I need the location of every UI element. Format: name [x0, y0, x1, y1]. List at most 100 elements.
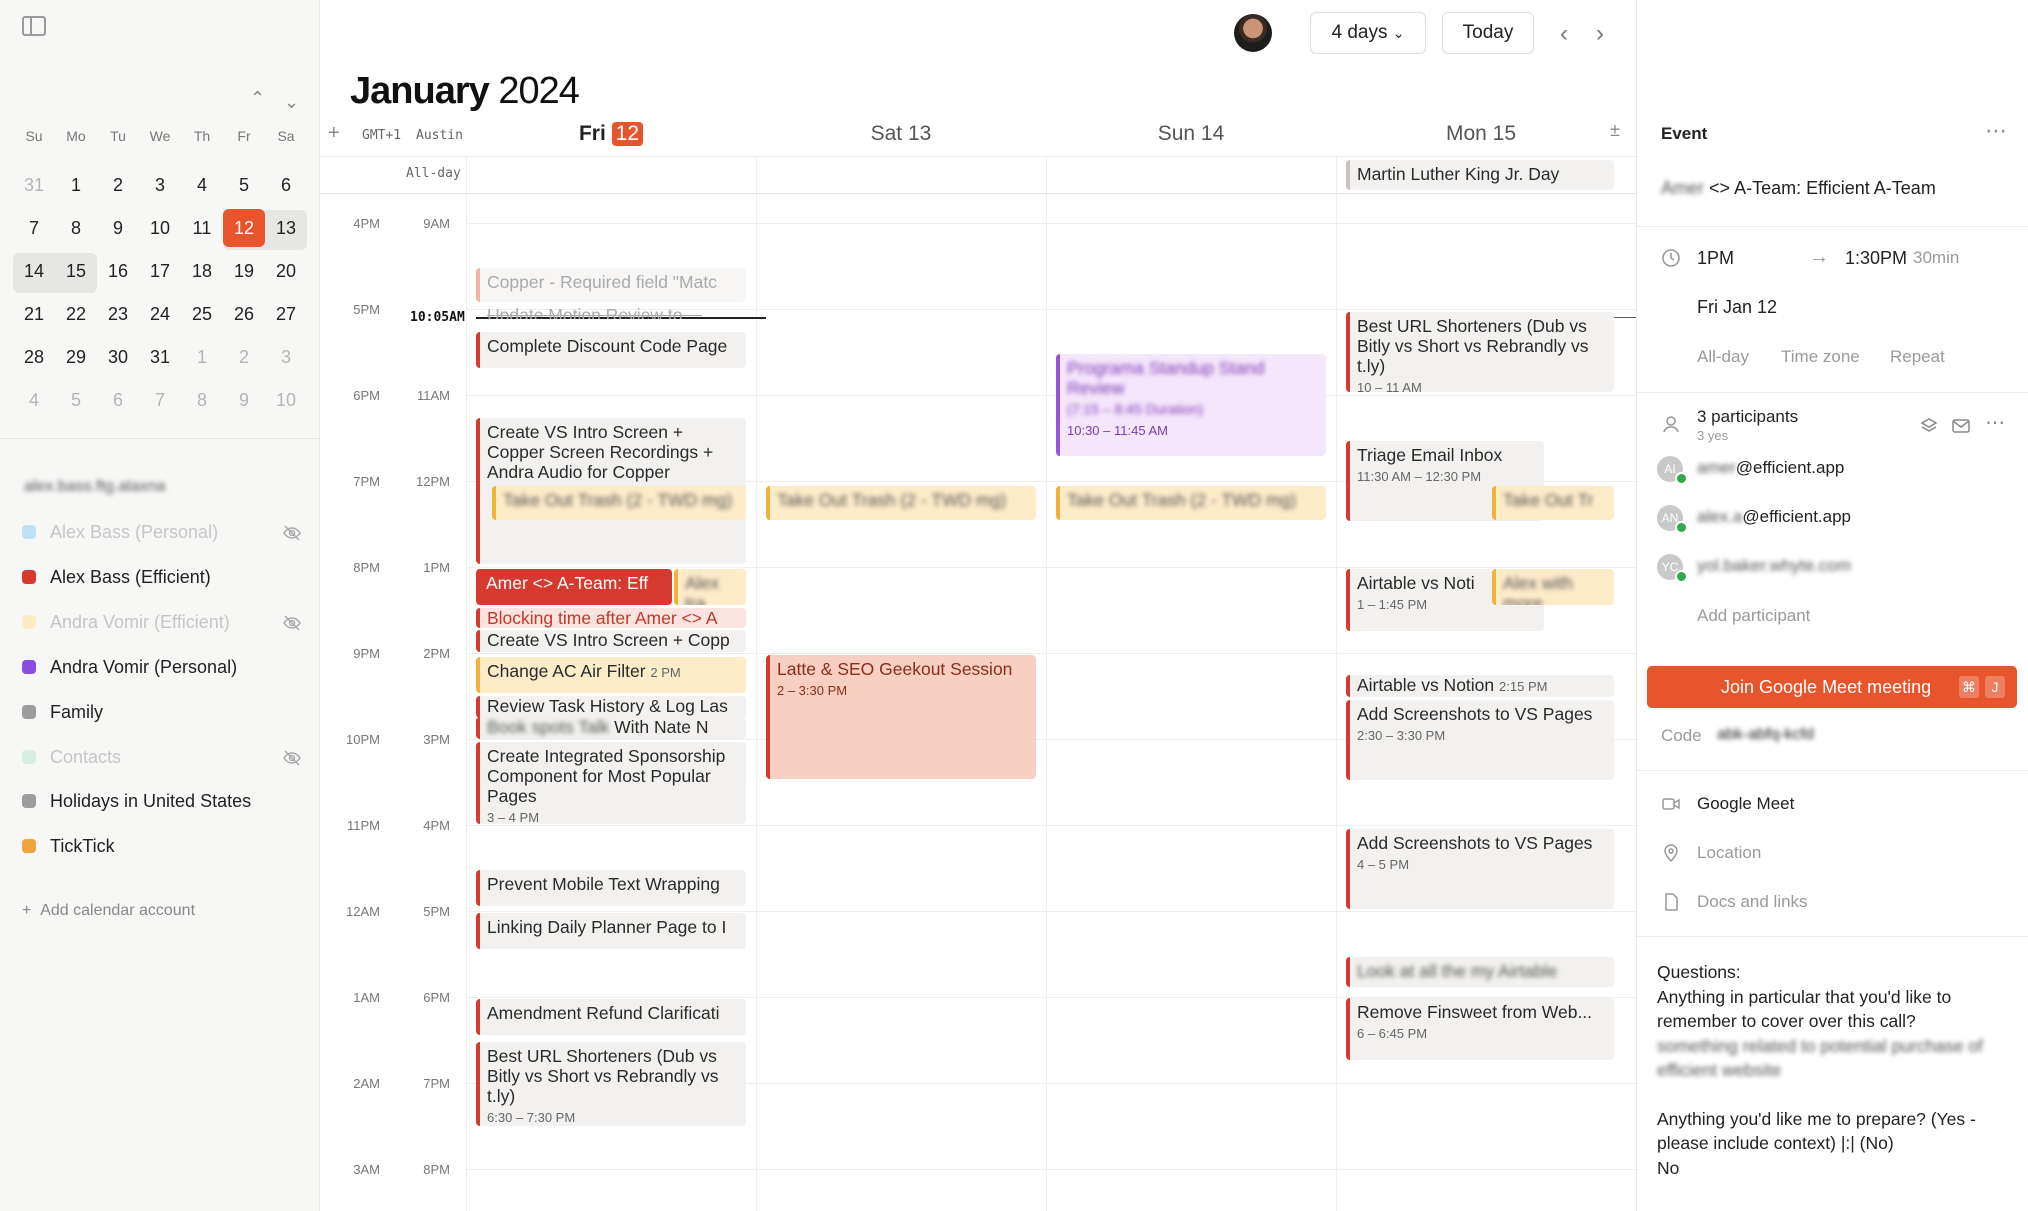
end-time[interactable]: 1:30PM	[1845, 248, 1907, 269]
event-date[interactable]: Fri Jan 12	[1697, 297, 1777, 318]
mini-cal-day[interactable]: 30	[97, 338, 139, 376]
calendar-item[interactable]: Alex Bass (Personal)	[22, 517, 302, 547]
mini-cal-day[interactable]: 5	[55, 381, 97, 419]
mini-cal-day[interactable]: 2	[97, 166, 139, 204]
chevron-up-icon[interactable]: ⌃	[250, 88, 265, 109]
prev-arrow-icon[interactable]: ‹	[1560, 20, 1568, 48]
event-airtable-side[interactable]: Alex with more	[1492, 569, 1614, 605]
mini-cal-day[interactable]: 8	[181, 381, 223, 419]
calendar-color-swatch[interactable]	[22, 570, 36, 584]
day-header[interactable]: Mon 15	[1336, 122, 1626, 146]
calendar-item[interactable]: Andra Vomir (Efficient)	[22, 607, 302, 637]
event-title-field[interactable]: Amer <> A-Team: Efficient A-Team	[1661, 178, 1936, 199]
user-avatar[interactable]	[1234, 14, 1272, 52]
mini-cal-day[interactable]: 7	[139, 381, 181, 419]
today-button[interactable]: Today	[1442, 12, 1534, 54]
mini-cal-day[interactable]: 15	[55, 252, 97, 290]
event-copper[interactable]: Copper - Required field "Matc	[476, 268, 746, 302]
event-review-task[interactable]: Review Task History & Log Las	[476, 696, 746, 718]
location-field[interactable]: Location	[1697, 843, 1761, 863]
event-update-motion[interactable]: Update Motion Review to ...	[476, 305, 746, 319]
participants-more-icon[interactable]: ⋯	[1985, 410, 2005, 435]
mini-cal-day[interactable]: 20	[265, 252, 307, 290]
mini-cal-day[interactable]: 10	[265, 381, 307, 419]
view-select[interactable]: 4 days ⌄	[1310, 12, 1426, 54]
eye-off-icon[interactable]	[282, 615, 302, 631]
mini-cal-day[interactable]: 1	[55, 166, 97, 204]
mini-cal-day[interactable]: 13	[265, 209, 307, 247]
calendar-color-swatch[interactable]	[22, 705, 36, 719]
mini-cal-day[interactable]: 4	[13, 381, 55, 419]
calendar-item[interactable]: Family	[22, 697, 302, 727]
day-header[interactable]: Sun 14	[1046, 122, 1336, 146]
repeat-option[interactable]: Repeat	[1890, 347, 1945, 367]
calendar-color-swatch[interactable]	[22, 750, 36, 764]
calendar-item[interactable]: Contacts	[22, 742, 302, 772]
mini-cal-day[interactable]: 3	[265, 338, 307, 376]
add-timezone-icon[interactable]: +	[328, 122, 340, 145]
eye-off-icon[interactable]	[282, 525, 302, 541]
event-amendment[interactable]: Amendment Refund Clarificati	[476, 999, 746, 1035]
mini-cal-day[interactable]: 25	[181, 295, 223, 333]
mini-cal-day[interactable]: 2	[223, 338, 265, 376]
participant-email[interactable]: amer@efficient.app	[1697, 458, 1844, 478]
add-participant[interactable]: Add participant	[1697, 606, 1810, 626]
mini-cal-day[interactable]: 4	[181, 166, 223, 204]
mini-cal-day[interactable]: 9	[223, 381, 265, 419]
event-description[interactable]: Questions: Anything in particular that y…	[1657, 960, 2007, 1180]
mini-cal-day[interactable]: 18	[181, 252, 223, 290]
mini-cal-day[interactable]: 31	[13, 166, 55, 204]
mini-cal-day[interactable]: 24	[139, 295, 181, 333]
next-arrow-icon[interactable]: ›	[1596, 20, 1604, 48]
calendar-item[interactable]: TickTick	[22, 831, 302, 861]
event-url-shorteners-mon[interactable]: Best URL Shorteners (Dub vs Bitly vs Sho…	[1346, 312, 1614, 392]
mini-cal-day[interactable]: 1	[181, 338, 223, 376]
event-take-out-trash-mon[interactable]: Take Out Tr	[1492, 486, 1614, 520]
event-purple-standup[interactable]: Programa Standup Stand Review (7:15 – 8:4…	[1056, 354, 1326, 456]
chevron-down-icon[interactable]: ⌄	[284, 92, 299, 113]
mini-cal-day[interactable]: 3	[139, 166, 181, 204]
event-ateam-selected[interactable]: Amer <> A-Team: Eff	[476, 569, 672, 605]
mini-cal-day[interactable]: 9	[97, 209, 139, 247]
mini-cal-day[interactable]: 27	[265, 295, 307, 333]
holiday-event[interactable]: Martin Luther King Jr. Day	[1346, 160, 1614, 190]
event-linking-planner[interactable]: Linking Daily Planner Page to I	[476, 913, 746, 949]
calendar-color-swatch[interactable]	[22, 839, 36, 853]
event-mobile-text[interactable]: Prevent Mobile Text Wrapping	[476, 870, 746, 906]
mini-cal-day[interactable]: 6	[97, 381, 139, 419]
mini-cal-day[interactable]: 10	[139, 209, 181, 247]
add-calendar-account-button[interactable]: + Add calendar account	[22, 902, 195, 920]
calendar-item[interactable]: Holidays in United States	[22, 786, 302, 816]
mini-cal-day[interactable]: 22	[55, 295, 97, 333]
mini-cal-day[interactable]: 6	[265, 166, 307, 204]
event-ac-filter[interactable]: Change AC Air Filter 2 PM	[476, 657, 746, 693]
participant-email[interactable]: yol.baker.whyte.com	[1697, 556, 1851, 576]
calendar-color-swatch[interactable]	[22, 615, 36, 629]
calendar-color-swatch[interactable]	[22, 660, 36, 674]
event-screenshots-2[interactable]: Add Screenshots to VS Pages 4 – 5 PM	[1346, 829, 1614, 909]
event-intro-screen-2[interactable]: Create VS Intro Screen + Copp	[476, 630, 746, 652]
event-take-out-trash[interactable]: Take Out Trash (2 - TWD mg)	[492, 486, 746, 520]
participant-email[interactable]: alex.a@efficient.app	[1697, 507, 1851, 527]
mini-cal-day[interactable]: 29	[55, 338, 97, 376]
timezone-option[interactable]: Time zone	[1781, 347, 1860, 367]
event-airtable-notion[interactable]: Airtable vs Notion 2:15 PM	[1346, 675, 1614, 697]
allday-option[interactable]: All-day	[1697, 347, 1749, 367]
calendar-color-swatch[interactable]	[22, 525, 36, 539]
mini-cal-day[interactable]: 26	[223, 295, 265, 333]
docs-links-field[interactable]: Docs and links	[1697, 892, 1808, 912]
mini-cal-day[interactable]: 5	[223, 166, 265, 204]
mini-cal-day[interactable]: 31	[139, 338, 181, 376]
join-google-meet-button[interactable]: Join Google Meet meeting ⌘ J	[1647, 666, 2017, 708]
mini-cal-day[interactable]: 8	[55, 209, 97, 247]
event-finsweet[interactable]: Remove Finsweet from Web... 6 – 6:45 PM	[1346, 998, 1614, 1060]
event-screenshots-1[interactable]: Add Screenshots to VS Pages 2:30 – 3:30 P…	[1346, 700, 1614, 780]
mini-cal-day[interactable]: 14	[13, 252, 55, 290]
event-take-out-trash-sun[interactable]: Take Out Trash (2 - TWD mg)	[1056, 486, 1326, 520]
event-take-out-trash-sat[interactable]: Take Out Trash (2 - TWD mg)	[766, 486, 1036, 520]
sidebar-toggle-icon[interactable]	[22, 16, 46, 36]
more-options-icon[interactable]: ⋯	[1985, 118, 2008, 144]
event-latte-seo[interactable]: Latte & SEO Geekout Session 2 – 3:30 PM	[766, 655, 1036, 779]
event-meeting-nate[interactable]: Book spots Talk With Nate N	[476, 717, 746, 739]
eye-off-icon[interactable]	[282, 750, 302, 766]
